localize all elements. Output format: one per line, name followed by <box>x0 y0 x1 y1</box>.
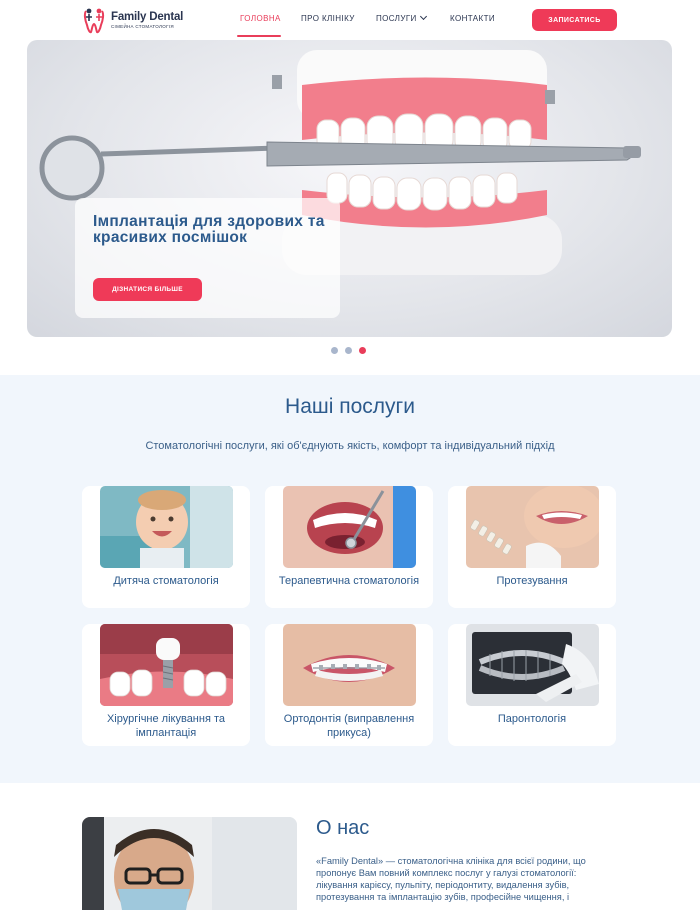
service-card-surgery[interactable]: Хірургічне лікування та імплантація <box>82 624 250 746</box>
service-card-periodontics[interactable]: Паронтологія <box>448 624 616 746</box>
service-card-prosthetics[interactable]: Протезування <box>448 486 616 608</box>
service-label: Паронтологія <box>497 713 567 725</box>
therapeutic-dentistry-image <box>283 486 416 568</box>
site-header: Family Dental СІМЕЙНА СТОМАТОЛОГІЯ ГОЛОВ… <box>0 0 700 40</box>
about-title: О нас <box>316 817 370 839</box>
service-card-orthodontics[interactable]: Ортодонтія (виправлення прикуса) <box>265 624 433 746</box>
service-label: Протезування <box>496 575 568 587</box>
doctor-photo <box>82 817 297 910</box>
pediatric-dentistry-image <box>100 486 233 568</box>
surgery-implant-image <box>100 624 233 706</box>
nav-item-contacts[interactable]: КОНТАКТИ <box>450 14 495 23</box>
nav-item-services-label: ПОСЛУГИ <box>376 14 417 23</box>
logo-subtitle: СІМЕЙНА СТОМАТОЛОГІЯ <box>111 24 174 29</box>
slider-dot-1[interactable] <box>331 347 338 354</box>
logo-title: Family Dental <box>111 11 184 23</box>
service-label: Дитяча стоматологія <box>113 575 219 587</box>
learn-more-button[interactable]: ДІЗНАТИСЯ БІЛЬШЕ <box>93 278 202 301</box>
service-label: Хірургічне лікування та імплантація <box>106 713 226 739</box>
orthodontics-image <box>283 624 416 706</box>
services-title: Наші послуги <box>285 395 415 418</box>
logo[interactable]: Family Dental СІМЕЙНА СТОМАТОЛОГІЯ <box>82 6 183 34</box>
slider-dot-3[interactable] <box>359 347 366 354</box>
service-label: Терапевтична стоматологія <box>278 575 420 587</box>
book-appointment-button[interactable]: ЗАПИСАТИСЬ <box>532 9 617 31</box>
service-card-pediatric[interactable]: Дитяча стоматологія <box>82 486 250 608</box>
service-label: Ортодонтія (виправлення прикуса) <box>283 713 415 739</box>
hero-slider: Імплантація для здорових та красивих пос… <box>27 40 672 337</box>
slider-dots <box>331 347 366 354</box>
nav-item-services[interactable]: ПОСЛУГИ <box>376 12 427 23</box>
tooth-logo-icon <box>82 6 106 34</box>
slider-dot-2[interactable] <box>345 347 352 354</box>
services-subtitle: Стоматологічні послуги, які об'єднують я… <box>145 440 555 452</box>
hero-caption-card: Імплантація для здорових та красивих пос… <box>75 198 340 318</box>
nav-active-indicator <box>237 35 281 37</box>
service-card-therapeutic[interactable]: Терапевтична стоматологія <box>265 486 433 608</box>
nav-item-home[interactable]: ГОЛОВНА <box>240 14 281 23</box>
hero-title: Імплантація для здорових та красивих пос… <box>93 213 325 246</box>
prosthetics-image <box>466 486 599 568</box>
periodontics-xray-image <box>466 624 599 706</box>
nav-item-about[interactable]: ПРО КЛІНІКУ <box>301 14 355 23</box>
services-section: Наші послуги Стоматологічні послуги, які… <box>0 375 700 783</box>
about-text: «Family Dental» — стоматологічна клініка… <box>316 856 586 902</box>
chevron-down-icon <box>419 12 427 21</box>
